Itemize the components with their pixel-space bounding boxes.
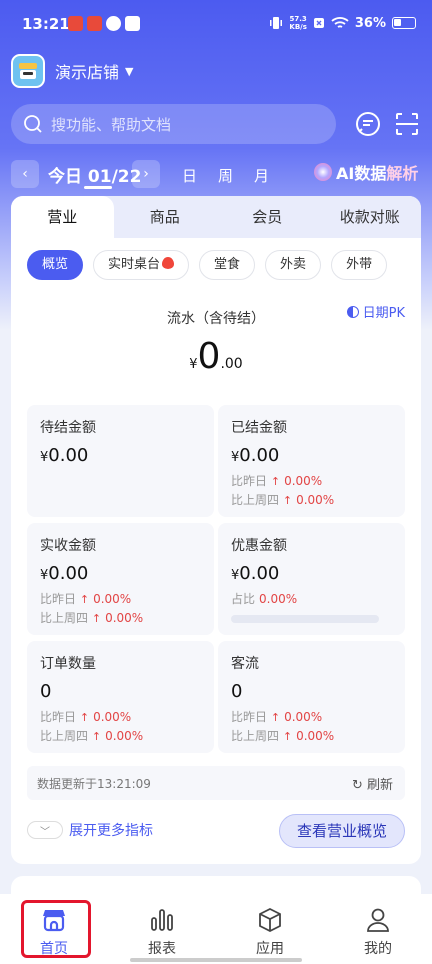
category-tabs: 营业 商品 会员 收款对账	[11, 196, 421, 238]
search-placeholder: 搜功能、帮助文档	[51, 115, 172, 134]
flow-value: ¥0.00	[189, 336, 243, 377]
scan-icon[interactable]	[393, 110, 421, 138]
next-date-button[interactable]: ›	[132, 160, 160, 188]
comparison-list: 比昨日 ↑ 0.00% 比上周四 ↑ 0.00%	[40, 592, 144, 625]
up-arrow-icon: ↑	[79, 593, 90, 606]
chevron-down-icon: ▼	[125, 64, 134, 78]
chip-realtime-tables[interactable]: 实时桌台	[93, 250, 190, 280]
notification-icons	[68, 16, 140, 31]
metric-customer-flow[interactable]: 客流 0 比昨日 ↑ 0.00% 比上周四 ↑ 0.00%	[218, 641, 405, 753]
shop-name: 演示店铺	[55, 63, 120, 82]
share-progress-bar	[231, 615, 379, 623]
chip-dine-in[interactable]: 堂食	[199, 250, 256, 280]
business-card: 营业 商品 会员 收款对账 概览 实时桌台 堂食 外卖 外带 流水（含待结） 日…	[11, 196, 421, 864]
chip-takeaway[interactable]: 外带	[331, 250, 388, 280]
app-notification-icon	[106, 16, 121, 31]
date-pk-button[interactable]: 日期PK	[346, 302, 405, 321]
refresh-button[interactable]: ↻ 刷新	[352, 774, 393, 793]
tab-products[interactable]: 商品	[114, 196, 217, 238]
bar-chart-icon	[151, 909, 173, 931]
current-date[interactable]: 今日 01/22	[48, 162, 141, 187]
up-arrow-icon: ↑	[282, 730, 293, 743]
period-day-button[interactable]: 日	[182, 165, 197, 186]
update-time: 数据更新于13:21:09	[37, 777, 151, 791]
tab-members[interactable]: 会员	[216, 196, 319, 238]
metric-discount-amount[interactable]: 优惠金额 ¥0.00 占比 0.00%	[218, 523, 405, 635]
sim-off-icon	[313, 18, 324, 28]
comparison-list: 比昨日 ↑ 0.00% 比上周四 ↑ 0.00%	[231, 474, 335, 507]
vibrate-icon	[270, 17, 283, 29]
up-arrow-icon: ↑	[282, 494, 293, 507]
comparison-list: 比昨日 ↑ 0.00% 比上周四 ↑ 0.00%	[40, 710, 144, 743]
nav-profile[interactable]: 我的	[324, 894, 432, 964]
up-arrow-icon: ↑	[91, 612, 102, 625]
nav-reports[interactable]: 报表	[108, 894, 216, 964]
period-week-button[interactable]: 周	[218, 165, 233, 186]
search-input[interactable]: 搜功能、帮助文档	[11, 104, 336, 144]
up-arrow-icon: ↑	[79, 711, 90, 724]
update-bar: 数据更新于13:21:09 ↻ 刷新	[27, 766, 405, 800]
search-icon	[24, 115, 42, 133]
chip-delivery[interactable]: 外卖	[265, 250, 322, 280]
up-arrow-icon: ↑	[270, 711, 281, 724]
shop-logo-icon	[11, 54, 45, 88]
ai-sparkle-icon	[314, 163, 332, 181]
metric-pending-amount[interactable]: 待结金额 ¥0.00	[27, 405, 214, 517]
tab-reconciliation[interactable]: 收款对账	[319, 196, 422, 238]
tab-business[interactable]: 营业	[11, 196, 114, 238]
up-arrow-icon: ↑	[91, 730, 102, 743]
metric-order-count[interactable]: 订单数量 0 比昨日 ↑ 0.00% 比上周四 ↑ 0.00%	[27, 641, 214, 753]
refresh-icon: ↻	[351, 778, 363, 793]
chevron-down-icon: ﹀	[27, 821, 63, 839]
status-time: 13:21	[22, 15, 70, 33]
filter-chips: 概览 实时桌台 堂食 外卖 外带	[11, 238, 421, 280]
net-speed: 57.3 KB/s	[289, 15, 307, 31]
expand-metrics-button[interactable]: ﹀ 展开更多指标	[27, 820, 153, 840]
wifi-icon	[331, 17, 349, 28]
battery-percent: 36%	[354, 15, 386, 31]
period-month-button[interactable]: 月	[254, 165, 269, 186]
user-icon	[367, 908, 389, 932]
date-underline	[84, 186, 112, 189]
app-notification-icon	[87, 16, 102, 31]
up-arrow-icon: ↑	[270, 475, 281, 488]
battery-icon	[392, 17, 416, 29]
nav-apps[interactable]: 应用	[216, 894, 324, 964]
status-bar: 13:21 57.3 KB/s 36%	[0, 0, 432, 50]
cube-icon	[259, 907, 281, 933]
chip-overview[interactable]: 概览	[27, 250, 84, 280]
home-indicator	[130, 958, 302, 962]
half-circle-icon	[346, 305, 359, 318]
ai-analysis-button[interactable]: AI数据解析	[314, 160, 418, 184]
previous-date-button[interactable]: ‹	[11, 160, 39, 188]
highlight-box	[21, 900, 91, 958]
metrics-grid: 待结金额 ¥0.00 已结金额 ¥0.00 比昨日 ↑ 0.00% 比上周四 ↑ 0…	[27, 405, 405, 753]
chat-icon[interactable]	[354, 110, 382, 138]
app-notification-icon	[68, 16, 83, 31]
comparison-list: 比昨日 ↑ 0.00% 比上周四 ↑ 0.00%	[231, 710, 335, 743]
fire-icon	[162, 257, 175, 269]
app-notification-icon	[125, 16, 140, 31]
view-overview-button[interactable]: 查看营业概览	[279, 814, 405, 848]
shop-switcher[interactable]: 演示店铺 ▼	[11, 54, 133, 88]
metric-received-amount[interactable]: 实收金额 ¥0.00 比昨日 ↑ 0.00% 比上周四 ↑ 0.00%	[27, 523, 214, 635]
metric-settled-amount[interactable]: 已结金额 ¥0.00 比昨日 ↑ 0.00% 比上周四 ↑ 0.00%	[218, 405, 405, 517]
